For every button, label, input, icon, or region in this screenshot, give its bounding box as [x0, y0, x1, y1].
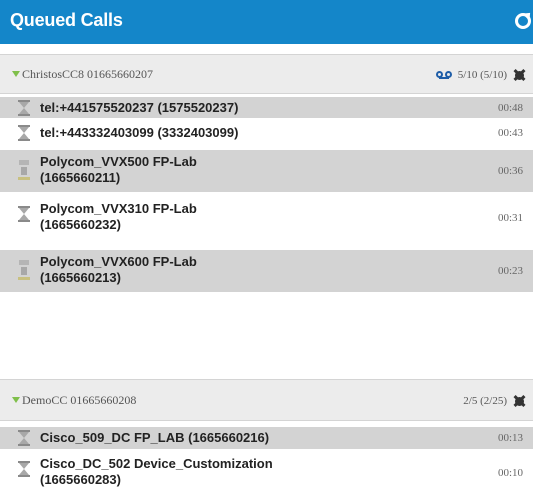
queued-calls-header: Queued Calls — [0, 0, 533, 44]
call-label-line1: Polycom_VVX500 FP-Lab — [40, 154, 197, 169]
call-label: Cisco_509_DC FP_LAB (1665660216) — [40, 430, 270, 445]
settings-icon[interactable] — [513, 69, 525, 81]
queue-name: DemoCC 01665660208 — [22, 393, 137, 407]
call-wait-time: 00:23 — [497, 265, 523, 277]
call-label: Polycom_VVX310 FP-Lab (1665660232) — [40, 201, 197, 233]
chevron-down-icon[interactable] — [12, 71, 20, 77]
call-label: tel:+443332403099 (3332403099) — [40, 125, 239, 140]
call-wait-time: 00:31 — [497, 212, 523, 224]
call-wait-time: 00:48 — [497, 102, 523, 114]
queue-name: ChristosCC8 01665660207 — [22, 67, 154, 81]
refresh-icon[interactable] — [515, 13, 531, 29]
call-label-line2: (1665660211) — [40, 170, 121, 185]
call-label-line1: Cisco_DC_502 Device_Customization — [40, 456, 273, 471]
call-label-line1: Polycom_VVX310 FP-Lab — [40, 201, 197, 216]
call-row[interactable]: Polycom_VVX500 FP-Lab (1665660211) 00:36 — [0, 150, 533, 192]
call-label-line2: (1665660232) — [40, 217, 121, 232]
call-row[interactable]: Polycom_VVX310 FP-Lab (1665660232) 00:31 — [0, 196, 533, 238]
call-wait-time: 00:10 — [497, 467, 523, 479]
desk-phone-icon — [18, 160, 30, 182]
queue-counts: 5/10 (5/10) — [457, 69, 507, 81]
voicemail-icon[interactable] — [435, 71, 452, 79]
hourglass-icon — [18, 461, 30, 477]
queue-header-democc[interactable]: DemoCC 01665660208 2/5 (2/25) — [0, 379, 533, 421]
call-row[interactable]: tel:+441575520237 (1575520237) 00:48 — [0, 97, 533, 118]
call-wait-time: 00:43 — [497, 127, 523, 139]
call-label: Cisco_DC_502 Device_Customization (16656… — [40, 456, 273, 488]
call-row[interactable]: Cisco_DC_502 Device_Customization (16656… — [0, 452, 533, 494]
hourglass-icon — [18, 100, 30, 116]
call-label-line1: Polycom_VVX600 FP-Lab — [40, 254, 197, 269]
call-row[interactable]: Cisco_509_DC FP_LAB (1665660216) 00:13 — [0, 427, 533, 449]
call-row[interactable]: tel:+443332403099 (3332403099) 00:43 — [0, 120, 533, 146]
call-wait-time: 00:36 — [497, 165, 523, 177]
queue-header-christoscc8[interactable]: ChristosCC8 01665660207 5/10 (5/10) — [0, 54, 533, 94]
desk-phone-icon — [18, 260, 30, 282]
hourglass-icon — [18, 125, 30, 141]
call-label: Polycom_VVX600 FP-Lab (1665660213) — [40, 254, 197, 286]
call-label-line2: (1665660283) — [40, 472, 121, 487]
settings-icon[interactable] — [513, 395, 525, 407]
call-wait-time: 00:13 — [497, 432, 523, 444]
call-label: Polycom_VVX500 FP-Lab (1665660211) — [40, 154, 197, 186]
chevron-down-icon[interactable] — [12, 397, 20, 403]
call-row[interactable]: Polycom_VVX600 FP-Lab (1665660213) 00:23 — [0, 250, 533, 292]
queue-counts: 2/5 (2/25) — [463, 395, 507, 407]
call-label-line2: (1665660213) — [40, 270, 121, 285]
hourglass-icon — [18, 430, 30, 446]
panel-title: Queued Calls — [10, 10, 123, 30]
call-label: tel:+441575520237 (1575520237) — [40, 100, 239, 115]
hourglass-icon — [18, 206, 30, 222]
